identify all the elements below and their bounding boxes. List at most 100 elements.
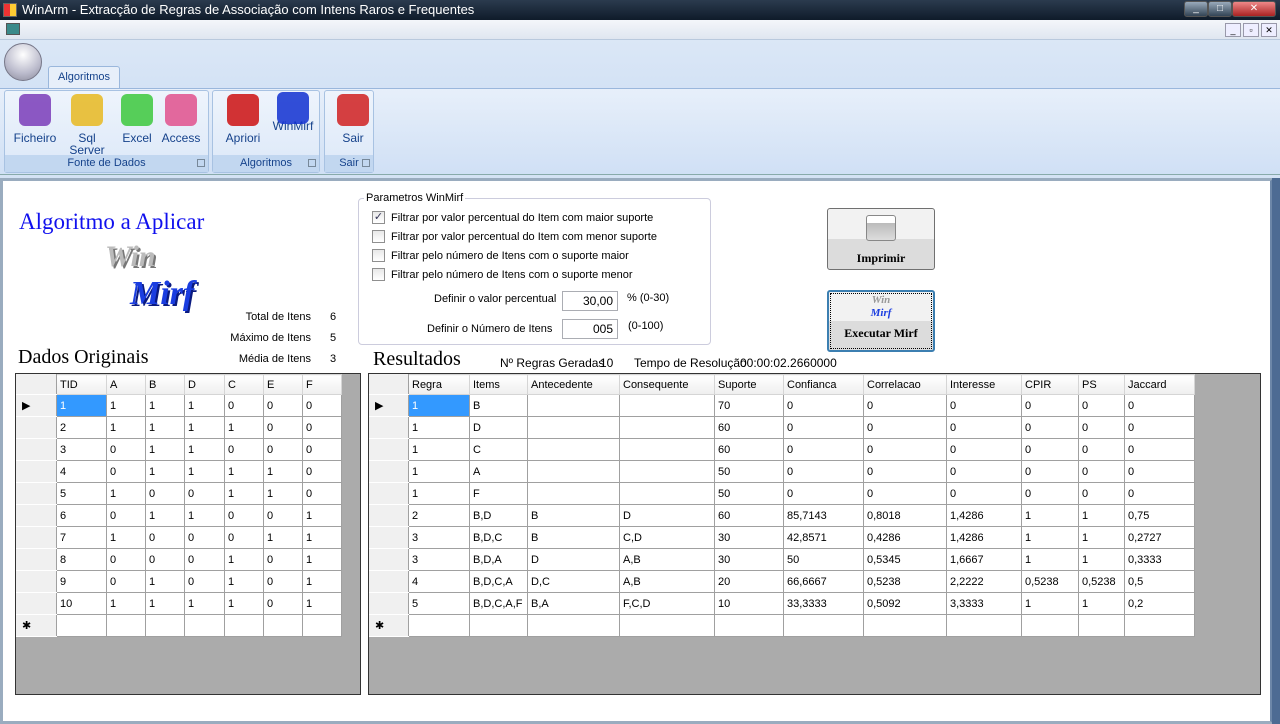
table-cell[interactable]: 1	[184, 504, 225, 527]
table-cell[interactable]	[56, 614, 107, 637]
table-cell[interactable]: C,D	[619, 526, 715, 549]
winmirf-button[interactable]: WinMirf	[268, 92, 318, 132]
table-cell[interactable]: 3	[56, 438, 107, 461]
table-row[interactable]: 4011110	[16, 460, 342, 483]
row-header[interactable]	[16, 526, 57, 549]
table-cell[interactable]: 0	[1124, 482, 1195, 505]
column-header[interactable]: B	[145, 374, 185, 395]
dialog-launcher-icon[interactable]	[362, 159, 370, 167]
table-cell[interactable]: 0	[1021, 416, 1079, 439]
table-cell[interactable]: 4	[408, 570, 470, 593]
column-header[interactable]: PS	[1078, 374, 1125, 395]
row-header[interactable]	[369, 592, 409, 615]
excel-button[interactable]: Excel	[114, 94, 160, 144]
table-cell[interactable]: B	[469, 394, 528, 417]
table-cell[interactable]: 0,5	[1124, 570, 1195, 593]
table-cell[interactable]: 60	[714, 416, 784, 439]
table-cell[interactable]: 0	[302, 394, 342, 417]
table-cell[interactable]: 1	[184, 416, 225, 439]
table-cell[interactable]	[619, 460, 715, 483]
table-cell[interactable]: 1	[263, 526, 303, 549]
table-cell[interactable]: 50	[714, 482, 784, 505]
table-cell[interactable]	[527, 416, 620, 439]
filter-checkbox-4[interactable]: Filtrar pelo número de Itens com o supor…	[372, 268, 633, 281]
table-cell[interactable]	[184, 614, 225, 637]
table-cell[interactable]: 1	[263, 460, 303, 483]
table-cell[interactable]: 0	[946, 482, 1022, 505]
table-cell[interactable]: 0	[302, 482, 342, 505]
table-cell[interactable]: 1	[224, 570, 264, 593]
column-header[interactable]: CPIR	[1021, 374, 1079, 395]
row-header[interactable]	[369, 438, 409, 461]
table-cell[interactable]: 1	[1078, 592, 1125, 615]
table-cell[interactable]: 9	[56, 570, 107, 593]
application-orb-button[interactable]	[4, 43, 42, 81]
table-row[interactable]: ▶ 1 1 1 1 0 0 0	[16, 394, 342, 417]
table-cell[interactable]: 1	[1078, 504, 1125, 527]
table-row[interactable]: ▶ 1 B 70 0 0 0 0 0 0	[369, 394, 1195, 417]
table-row[interactable]: 8000101	[16, 548, 342, 571]
table-cell[interactable]: 70	[714, 394, 784, 417]
table-cell[interactable]: 0,2	[1124, 592, 1195, 615]
table-cell[interactable]	[1124, 614, 1195, 637]
table-cell[interactable]: 1	[224, 592, 264, 615]
table-cell[interactable]: 1	[302, 570, 342, 593]
table-cell[interactable]: 1	[408, 438, 470, 461]
table-cell[interactable]: 0	[1021, 438, 1079, 461]
table-row[interactable]: 2111100	[16, 416, 342, 439]
table-cell[interactable]: 0	[783, 438, 864, 461]
column-header[interactable]: Confianca	[783, 374, 864, 395]
table-cell[interactable]: 1,4286	[946, 526, 1022, 549]
table-cell[interactable]: 1	[1078, 526, 1125, 549]
table-cell[interactable]: 0	[263, 548, 303, 571]
table-cell[interactable]: 1	[1021, 592, 1079, 615]
table-cell[interactable]: 0	[1021, 482, 1079, 505]
row-header[interactable]: ▶	[369, 394, 409, 417]
table-cell[interactable]: C	[469, 438, 528, 461]
table-row[interactable]: 10 1 1 1 1 0 1	[16, 592, 342, 615]
table-cell[interactable]: 0	[224, 504, 264, 527]
filter-checkbox-1[interactable]: ✓ Filtrar por valor percentual do Item co…	[372, 211, 653, 224]
table-cell[interactable]: 0,5345	[863, 548, 947, 571]
table-cell[interactable]	[863, 614, 947, 637]
table-cell[interactable]	[106, 614, 146, 637]
table-cell[interactable]: 0	[106, 460, 146, 483]
table-cell[interactable]: 1	[408, 394, 470, 417]
table-cell[interactable]: 0	[224, 438, 264, 461]
table-cell[interactable]: 0	[263, 592, 303, 615]
table-cell[interactable]: 0	[946, 416, 1022, 439]
checkbox-box[interactable]: ✓	[372, 211, 385, 224]
row-header[interactable]	[16, 482, 57, 505]
table-cell[interactable]: 0	[106, 438, 146, 461]
table-cell[interactable]	[527, 394, 620, 417]
table-cell[interactable]: D	[469, 416, 528, 439]
apriori-button[interactable]: Apriori	[220, 94, 266, 144]
table-cell[interactable]	[619, 614, 715, 637]
table-cell[interactable]: 0	[1078, 438, 1125, 461]
table-cell[interactable]: 1	[145, 416, 185, 439]
table-cell[interactable]	[619, 482, 715, 505]
row-header[interactable]	[16, 416, 57, 439]
table-cell[interactable]: 0	[263, 504, 303, 527]
table-cell[interactable]: 0	[263, 570, 303, 593]
table-cell[interactable]: 1	[302, 526, 342, 549]
table-cell[interactable]	[527, 614, 620, 637]
table-cell[interactable]: 1	[408, 460, 470, 483]
executar-mirf-button[interactable]: Win Mirf Executar Mirf	[827, 290, 935, 352]
row-header[interactable]	[16, 460, 57, 483]
access-button[interactable]: Access	[158, 94, 204, 144]
table-cell[interactable]	[527, 482, 620, 505]
column-header[interactable]: Antecedente	[527, 374, 620, 395]
table-cell[interactable]: 7	[56, 526, 107, 549]
table-cell[interactable]: 1	[1021, 548, 1079, 571]
table-cell[interactable]: 0	[224, 394, 264, 417]
table-cell[interactable]: 0,5092	[863, 592, 947, 615]
table-cell[interactable]: 1	[263, 482, 303, 505]
table-cell[interactable]: 42,8571	[783, 526, 864, 549]
table-cell[interactable]: 1	[408, 416, 470, 439]
filter-checkbox-3[interactable]: Filtrar pelo número de Itens com o supor…	[372, 249, 629, 262]
table-cell[interactable]: A,B	[619, 548, 715, 571]
table-cell[interactable]: D	[527, 548, 620, 571]
table-cell[interactable]: 0	[145, 548, 185, 571]
sql-server-button[interactable]: Sql Server	[64, 94, 110, 156]
